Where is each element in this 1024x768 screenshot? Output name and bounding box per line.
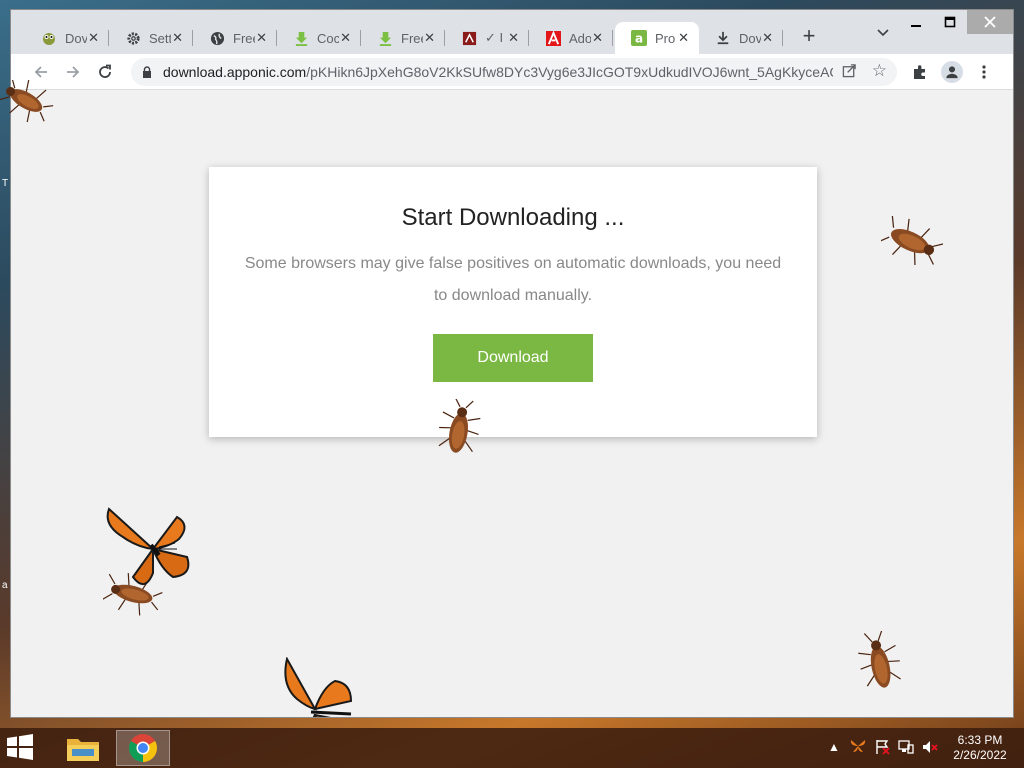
gear-icon (125, 30, 141, 46)
cockroach-icon[interactable] (436, 399, 482, 461)
tab-title: Setti (149, 30, 171, 46)
butterfly-tray-icon[interactable] (850, 738, 866, 757)
close-icon[interactable]: ✕ (762, 30, 773, 46)
tab-title: ✓ I (485, 30, 504, 45)
svg-text:a: a (635, 32, 643, 46)
browser-toolbar: download.apponic.com/pKHikn6JpXehG8oV2Kk… (11, 54, 1013, 90)
url-path: /pKHikn6JpXehG8oV2KkSUfw8DYc3Vyg6e3JIcGO… (306, 64, 833, 80)
file-explorer-icon[interactable] (56, 730, 110, 766)
close-icon[interactable]: ✕ (592, 30, 603, 46)
close-window-button[interactable] (967, 10, 1013, 34)
address-bar[interactable]: download.apponic.com/pKHikn6JpXehG8oV2Kk… (131, 58, 897, 86)
desktop-icon-label: T (2, 178, 9, 189)
tab-strip: Dov ✕ Setti ✕ Free ✕ Coc ✕ (11, 10, 1013, 54)
profile-avatar-icon[interactable] (941, 61, 963, 83)
clock-time: 6:33 PM (957, 733, 1003, 747)
globe-icon (209, 30, 225, 46)
desktop-icon-label: a (2, 580, 8, 591)
tab-adobe[interactable]: Ado ✕ (529, 22, 613, 54)
download-icon (715, 30, 731, 46)
tab-settings[interactable]: Setti ✕ (109, 22, 193, 54)
cockroach-icon[interactable] (0, 80, 54, 122)
chrome-taskbar-icon[interactable] (116, 730, 170, 766)
tab-search-chevron-icon[interactable] (877, 26, 889, 40)
close-icon[interactable]: ✕ (256, 30, 267, 46)
url-host: download.apponic.com (163, 64, 307, 80)
bookmark-star-icon[interactable]: ☆ (872, 61, 887, 81)
tab-title: Free (401, 30, 423, 46)
close-icon[interactable]: ✕ (678, 30, 689, 46)
tab-title: Free (233, 30, 255, 46)
close-icon[interactable]: ✕ (88, 30, 99, 46)
show-hidden-icons-icon[interactable]: ▲ (828, 740, 840, 754)
close-icon[interactable]: ✕ (508, 30, 519, 46)
kebab-menu-icon[interactable] (973, 61, 995, 83)
url-text[interactable]: download.apponic.com/pKHikn6JpXehG8oV2Kk… (163, 64, 833, 80)
download-card: Start Downloading ... Some browsers may … (209, 167, 817, 437)
download-message: Some browsers may give false positives o… (244, 255, 782, 304)
lock-icon[interactable] (141, 66, 153, 78)
new-tab-button[interactable]: + (797, 24, 821, 48)
windows-start-icon[interactable] (6, 734, 42, 762)
tab-title: Ado (569, 30, 591, 46)
system-clock[interactable]: 6:33 PM 2/26/2022 (948, 733, 1012, 763)
minimize-button[interactable] (899, 10, 933, 34)
cockroach-icon[interactable] (881, 216, 943, 268)
tab-apponic-active[interactable]: a Pro ✕ (615, 22, 699, 54)
owl-icon (41, 30, 57, 46)
close-icon[interactable]: ✕ (340, 30, 351, 46)
extensions-puzzle-icon[interactable] (909, 61, 931, 83)
butterfly-icon[interactable] (281, 657, 355, 717)
tab-title: Dov (65, 30, 87, 46)
maximize-button[interactable] (933, 10, 967, 34)
volume-muted-icon[interactable] (922, 739, 938, 758)
download-arrow-icon (293, 30, 309, 46)
tab-download-2[interactable]: Dov ✕ (699, 22, 783, 54)
taskbar: ▲ 6:33 PM 2/26/2022 (0, 728, 1024, 768)
tab-title: Pro (655, 30, 676, 46)
page-title: Start Downloading ... (401, 204, 625, 231)
butterfly-icon[interactable] (103, 503, 195, 599)
page-viewport: Start Downloading ... Some browsers may … (11, 91, 1013, 717)
reload-icon[interactable] (93, 60, 117, 84)
tab-title: Dov (739, 30, 761, 46)
action-center-flag-icon[interactable] (874, 739, 890, 758)
tab-pdf[interactable]: ✓ I ✕ (445, 22, 529, 54)
browser-window: Dov ✕ Setti ✕ Free ✕ Coc ✕ (10, 9, 1014, 718)
share-icon[interactable] (842, 63, 857, 81)
pdf-icon (461, 30, 477, 46)
tab-free-1[interactable]: Free ✕ (193, 22, 277, 54)
download-button[interactable]: Download (433, 334, 593, 382)
tab-title: Coc (317, 30, 339, 46)
adobe-icon (545, 30, 561, 46)
cockroach-icon[interactable] (857, 631, 903, 697)
forward-arrow-icon[interactable] (61, 60, 85, 84)
tab-download-1[interactable]: Dov ✕ (25, 22, 109, 54)
network-icon[interactable] (898, 739, 914, 758)
apponic-icon: a (631, 30, 647, 46)
download-arrow-icon (377, 30, 393, 46)
clock-date: 2/26/2022 (953, 748, 1007, 762)
tab-free-2[interactable]: Free ✕ (361, 22, 445, 54)
close-icon[interactable]: ✕ (172, 30, 183, 46)
close-icon[interactable]: ✕ (424, 30, 435, 46)
tab-coc[interactable]: Coc ✕ (277, 22, 361, 54)
